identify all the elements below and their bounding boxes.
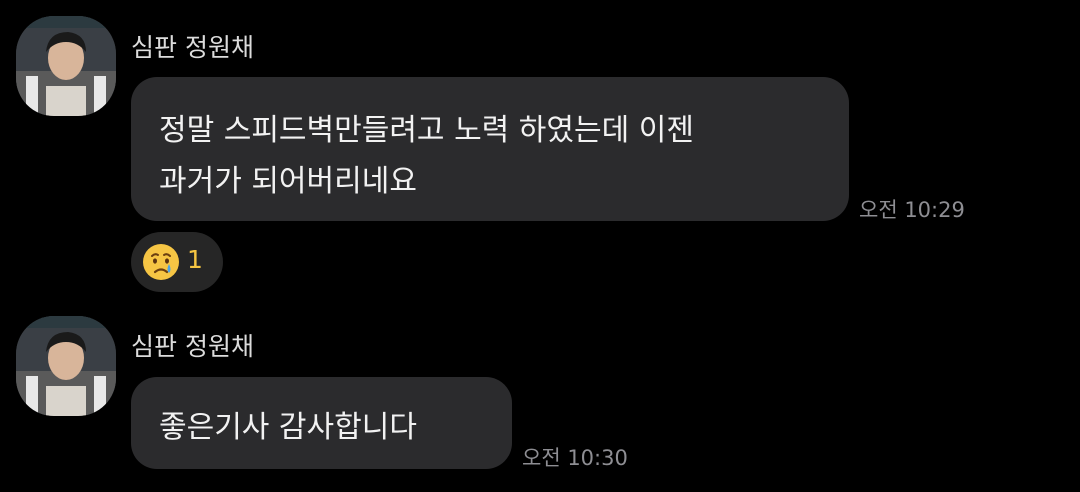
message-timestamp: 오전 10:30 xyxy=(522,446,628,470)
sender-name: 심판 정원채 xyxy=(131,33,254,62)
message-timestamp: 오전 10:29 xyxy=(859,198,965,222)
reaction-chip[interactable]: 1 xyxy=(131,232,223,292)
reaction-count: 1 xyxy=(187,245,203,274)
sender-avatar[interactable] xyxy=(16,16,116,116)
avatar-photo xyxy=(16,16,116,116)
avatar-photo xyxy=(16,316,116,416)
message-bubble[interactable]: 좋은기사 감사합니다 xyxy=(131,377,512,469)
message-text-line: 과거가 되어버리네요 xyxy=(159,164,417,199)
message-text-line: 정말 스피드벽만들려고 노력 하였는데 이젠 xyxy=(159,113,694,148)
message-bubble[interactable]: 정말 스피드벽만들려고 노력 하였는데 이젠 과거가 되어버리네요 xyxy=(131,77,849,221)
sad-crying-face-icon xyxy=(143,244,179,280)
sender-name: 심판 정원채 xyxy=(131,332,254,361)
sender-avatar[interactable] xyxy=(16,316,116,416)
message-text-line: 좋은기사 감사합니다 xyxy=(159,410,417,445)
